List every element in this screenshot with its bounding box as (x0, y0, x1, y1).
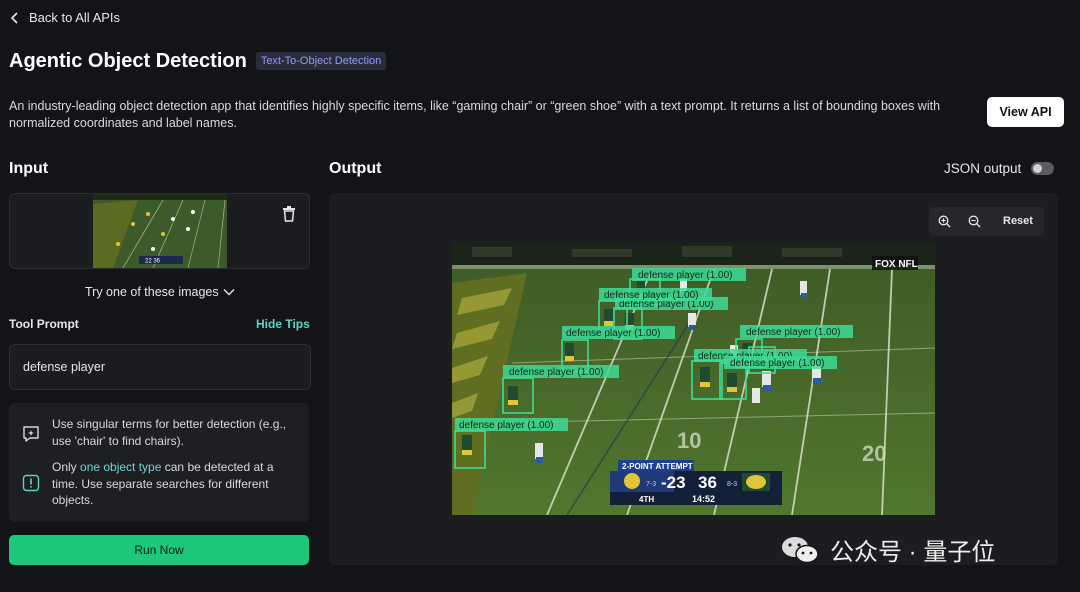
chevron-left-icon (10, 11, 18, 24)
tool-prompt-input[interactable] (9, 344, 311, 390)
toggle-knob (1033, 164, 1042, 173)
network-logo: FOX NFL (872, 256, 918, 270)
zoom-out-icon[interactable] (968, 215, 981, 228)
view-api-button[interactable]: View API (987, 97, 1064, 127)
page-title: Agentic Object Detection (9, 50, 247, 72)
scorebug-clock: 14:52 (692, 494, 715, 504)
detection-label: defense player (1.00) (730, 358, 825, 369)
watermark: 公众号 · 量子位 (780, 532, 995, 567)
input-thumbnail: 22 36 (93, 194, 227, 268)
output-section-title: Output (329, 160, 382, 177)
title-row: Agentic Object Detection Text-To-Object … (9, 50, 387, 73)
try-images-dropdown[interactable]: Try one of these images (85, 285, 235, 299)
trash-icon[interactable] (282, 206, 296, 222)
tip-one-type-text: Only one object type can be detected at … (52, 460, 274, 507)
json-output-label: JSON output (944, 161, 1022, 176)
tip-singular-text: Use singular terms for better detection … (52, 417, 287, 448)
detection-label: defense player (1.00) (509, 367, 604, 378)
hide-tips-link[interactable]: Hide Tips (256, 317, 310, 331)
scorebug-banner: 2-POINT ATTEMPT (622, 462, 693, 471)
zoom-in-icon[interactable] (938, 215, 951, 228)
input-section-title: Input (9, 160, 49, 177)
tool-prompt-label: Tool Prompt (9, 317, 79, 331)
field-number-20: 20 (862, 441, 886, 466)
back-link-label: Back to All APIs (29, 10, 121, 25)
scorebug-away-record: 7-3 (646, 481, 656, 488)
detection-label: defense player (1.00) (459, 420, 554, 431)
reset-zoom-button[interactable]: Reset (1003, 215, 1033, 227)
watermark-text: 公众号 · 量子位 (830, 539, 996, 566)
chat-sparkle-icon (23, 426, 39, 442)
one-object-type-link[interactable]: one object type (80, 460, 161, 474)
scorebug-away-score: -23 (661, 473, 686, 492)
alert-icon (22, 474, 40, 492)
thumbnail-score: 22 36 (145, 259, 161, 265)
tips-panel: Use singular terms for better detection … (9, 403, 309, 522)
detection-label: defense player (1.00) (566, 328, 661, 339)
chevron-down-icon (223, 289, 235, 296)
page-description: An industry-leading object detection app… (9, 99, 941, 130)
back-link[interactable]: Back to All APIs (9, 10, 120, 25)
detection-label: defense player (1.00) (746, 327, 841, 338)
run-now-button[interactable]: Run Now (9, 535, 309, 565)
detection-label: defense player (1.00) (604, 290, 699, 301)
output-image: 10 20 defense player (1.00) defense play… (452, 243, 935, 515)
field-number-10: 10 (677, 428, 701, 453)
input-image-box: 22 36 (9, 193, 310, 269)
category-badge: Text-To-Object Detection (255, 51, 387, 70)
try-images-label: Try one of these images (85, 285, 219, 299)
wechat-icon (782, 536, 819, 563)
json-output-toggle[interactable] (1031, 162, 1054, 175)
detection-label: defense player (1.00) (638, 270, 733, 281)
scorebug-home-score: 36 (698, 473, 717, 492)
zoom-controls: Reset (929, 207, 1044, 236)
svg-text:FOX NFL: FOX NFL (875, 259, 918, 270)
scorebug-quarter: 4TH (639, 495, 654, 504)
scorebug-home-record: 8-3 (727, 481, 737, 488)
